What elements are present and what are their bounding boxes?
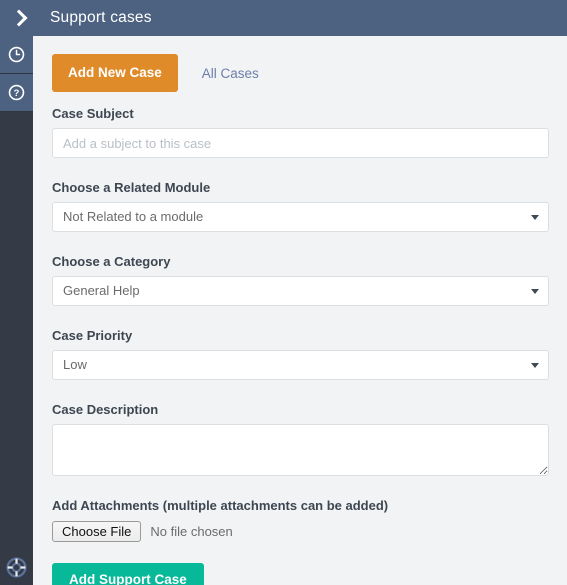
related-module-select[interactable]: Not Related to a module (52, 202, 549, 232)
add-support-case-button[interactable]: Add Support Case (52, 563, 204, 585)
clock-icon (8, 46, 25, 63)
all-cases-link[interactable]: All Cases (202, 66, 259, 81)
category-select[interactable]: General Help (52, 276, 549, 306)
category-label: Choose a Category (52, 254, 171, 269)
support-cases-page: Support cases ? Add New Case All Cases C… (0, 0, 567, 585)
file-status-text: No file chosen (150, 523, 233, 539)
description-field-group: Case Description (52, 402, 549, 476)
page-title: Support cases (50, 9, 152, 26)
category-field-group: Choose a Category General Help (52, 254, 549, 306)
priority-label: Case Priority (52, 328, 133, 343)
lifebuoy-icon (6, 556, 27, 578)
sidebar-rail: ? (0, 36, 33, 585)
priority-select-wrapper: Low (52, 350, 549, 380)
sidebar-item-support[interactable] (0, 549, 33, 585)
cases-toolbar: Add New Case All Cases (52, 54, 549, 92)
case-description-textarea[interactable] (52, 424, 549, 476)
sidebar-item-help[interactable]: ? (0, 74, 33, 112)
sidebar-item-recent-activity[interactable] (0, 36, 33, 74)
svg-text:?: ? (14, 88, 20, 98)
case-subject-label: Case Subject (52, 106, 134, 121)
choose-file-button[interactable]: Choose File (52, 520, 142, 542)
description-label: Case Description (52, 402, 159, 417)
attachments-field-group: Add Attachments (multiple attachments ca… (52, 498, 549, 542)
question-circle-icon: ? (8, 84, 25, 101)
case-subject-field-group: Case Subject (52, 106, 549, 158)
add-new-case-button[interactable]: Add New Case (52, 54, 178, 92)
related-module-label: Choose a Related Module (52, 180, 211, 195)
priority-field-group: Case Priority Low (52, 328, 549, 380)
sidebar-toggle-button[interactable] (0, 0, 40, 36)
attachments-label: Add Attachments (multiple attachments ca… (52, 498, 389, 513)
file-input-row: Choose File No file chosen (52, 520, 549, 542)
related-module-field-group: Choose a Related Module Not Related to a… (52, 180, 549, 232)
top-header-bar: Support cases (0, 0, 567, 36)
related-module-select-wrapper: Not Related to a module (52, 202, 549, 232)
main-content: Add New Case All Cases Case Subject Choo… (34, 36, 567, 585)
chevron-right-icon (10, 9, 27, 27)
priority-select[interactable]: Low (52, 350, 549, 380)
category-select-wrapper: General Help (52, 276, 549, 306)
case-subject-input[interactable] (52, 128, 549, 158)
